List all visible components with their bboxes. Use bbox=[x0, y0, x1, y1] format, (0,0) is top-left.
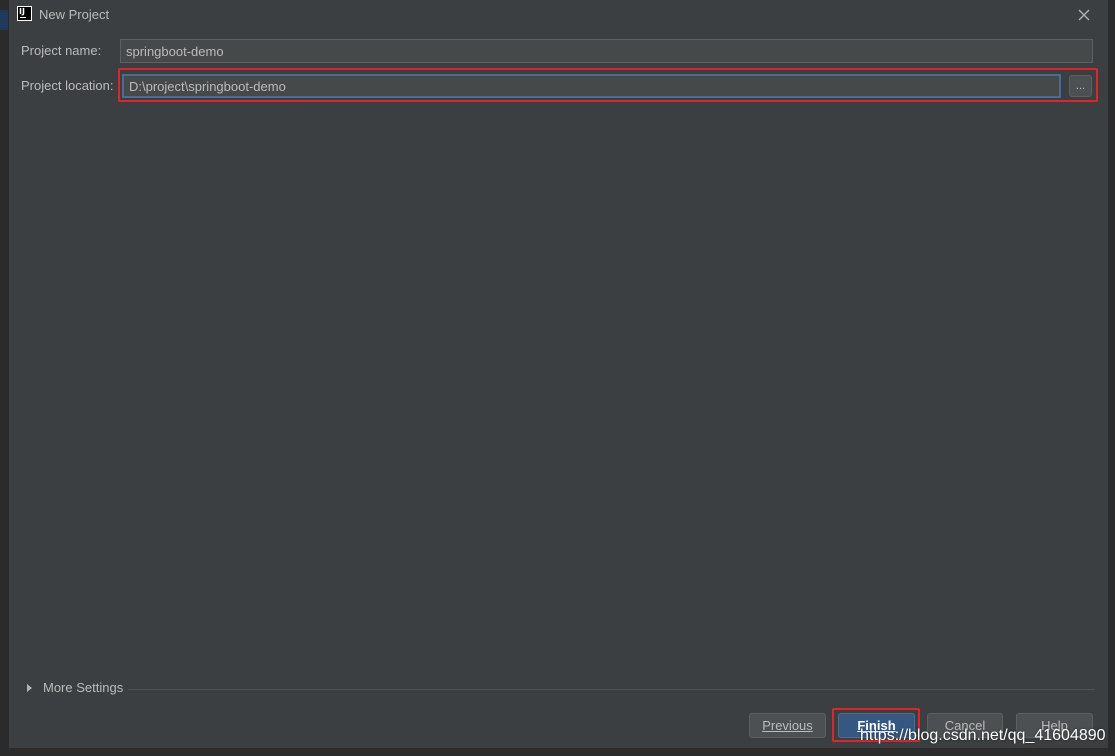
project-location-input[interactable] bbox=[122, 74, 1061, 98]
intellij-idea-icon: IJ bbox=[17, 6, 32, 21]
close-button[interactable] bbox=[1073, 4, 1095, 26]
expand-arrow-icon bbox=[27, 683, 32, 692]
previous-button[interactable]: Previous bbox=[749, 713, 826, 738]
project-name-input[interactable] bbox=[120, 39, 1093, 63]
more-settings-label: More Settings bbox=[43, 680, 124, 695]
more-settings-divider bbox=[128, 689, 1095, 690]
project-location-label: Project location: bbox=[21, 78, 114, 93]
finish-button[interactable]: Finish bbox=[838, 713, 915, 738]
close-icon bbox=[1078, 9, 1090, 21]
background-window-tab bbox=[0, 10, 8, 30]
new-project-dialog: IJ New Project Project name: Project loc… bbox=[8, 0, 1109, 748]
background-bottom-edge bbox=[0, 748, 1115, 756]
help-button[interactable]: Help bbox=[1016, 713, 1093, 738]
background-window-edge bbox=[0, 0, 8, 756]
dialog-title: New Project bbox=[39, 7, 110, 22]
cancel-button[interactable]: Cancel bbox=[927, 713, 1003, 738]
project-name-label: Project name: bbox=[21, 43, 102, 58]
browse-location-button[interactable]: ... bbox=[1069, 75, 1092, 97]
title-bar: IJ New Project bbox=[9, 0, 1108, 30]
more-settings-toggle[interactable]: More Settings bbox=[25, 680, 123, 695]
